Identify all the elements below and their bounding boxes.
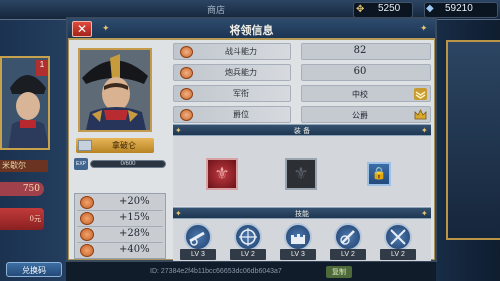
stat-value-box: 82 (301, 43, 431, 60)
shop-title: 商店 (207, 6, 226, 16)
fortress-skill-icon (284, 223, 312, 251)
stat-label-box: 军衔 (173, 85, 291, 102)
stat-value: 60 (353, 66, 367, 77)
rank-icon (180, 88, 193, 100)
gold-coin-icon: ✥ (356, 4, 365, 15)
general-name: 拿破仑 (112, 141, 136, 150)
general-portrait (78, 48, 152, 132)
bonus-value: +28% (119, 228, 150, 239)
skill-level: LV 3 (180, 249, 216, 260)
general-info-dialog: ✕ ✦ 将领信息 ✦ 拿破仑 EXP 0/600 +20% +15% +28% … (66, 17, 437, 262)
exp-label: EXP (74, 158, 88, 170)
bonus-value: +20% (119, 196, 150, 207)
artillery-bonus-icon (80, 228, 94, 241)
bonus-row: +15% (77, 211, 163, 226)
rank-chevron-icon (414, 88, 427, 100)
stat-label: 战斗能力 (225, 47, 257, 56)
equipment-panel: ⚜ ⚜ 🔒 (173, 136, 431, 206)
artillery-skill-icon (334, 223, 362, 251)
side-number: 750 (0, 182, 44, 196)
cannon-icon (180, 67, 193, 79)
lock-icon: 🔒 (371, 166, 387, 180)
nation-flag-icon (78, 140, 92, 151)
gem-counter: 59210 (424, 2, 498, 18)
stat-value-box: 中校 (301, 85, 431, 102)
card-badge: 1 (36, 60, 48, 76)
skill-slot-3[interactable]: LV 3 (280, 223, 316, 260)
skill-level: LV 2 (380, 249, 416, 260)
skills-panel: LV 3 LV 2 LV 3 LV 2 LV 2 (173, 219, 431, 261)
player-id: ID: 27384e2f4b11bcc66653dc06db6043a7 (150, 268, 282, 275)
stat-value: 82 (353, 45, 367, 56)
stat-row-artillery: 炮兵能力 60 (173, 64, 431, 81)
fleur-de-lis-icon: ⚜ (214, 164, 230, 184)
crown-badge-icon (414, 109, 427, 120)
exp-row: EXP 0/600 (74, 158, 166, 170)
stat-label-box: 炮兵能力 (173, 64, 291, 81)
right-card (446, 40, 500, 240)
crossed-swords-skill-icon (384, 223, 412, 251)
target-skill-icon (234, 223, 262, 251)
side-red-button[interactable]: 0元 (0, 208, 44, 230)
stat-label-box: 战斗能力 (173, 43, 291, 60)
skills-header: ✦ 技能 ✦ (173, 207, 431, 219)
bonus-row: +28% (77, 227, 163, 242)
infantry-bonus-icon (80, 196, 94, 209)
stats-panel: 战斗能力 82 炮兵能力 60 军衔 中校 爵位 公爵 (173, 43, 431, 123)
stat-value: 中校 (352, 90, 368, 99)
gold-amount: 5250 (378, 3, 401, 14)
napoleon-portrait-image (80, 50, 150, 130)
stat-label: 军衔 (233, 89, 249, 98)
ornament-star-icon: ✦ (421, 126, 428, 135)
bonus-row: +20% (77, 195, 163, 210)
bonus-value: +15% (119, 212, 150, 223)
stat-label-box: 爵位 (173, 106, 291, 123)
exp-text: 0/600 (120, 161, 136, 167)
cannon-skill-icon (184, 223, 212, 251)
ornament-star-icon: ✦ (421, 209, 428, 218)
bonus-row: +40% (77, 243, 163, 258)
gem-icon: ◆ (426, 3, 434, 14)
side-general-name: 米歇尔 (0, 160, 48, 172)
stat-row-rank: 军衔 中校 (173, 85, 431, 102)
bonus-list: +20% +15% +28% +40% (74, 193, 166, 259)
dialog-title: 将领信息 (229, 24, 274, 37)
skill-level: LV 2 (330, 249, 366, 260)
skill-slot-1[interactable]: LV 3 (180, 223, 216, 260)
equipment-slot-2[interactable]: ⚜ (285, 158, 317, 190)
crown-icon (180, 109, 193, 121)
equipment-slot-1[interactable]: ⚜ (206, 158, 238, 190)
equipment-header: ✦ 装 备 ✦ (173, 124, 431, 136)
stat-label: 炮兵能力 (225, 68, 257, 77)
defense-bonus-icon (80, 244, 94, 257)
equipment-slot-3-locked[interactable]: 🔒 (367, 162, 391, 186)
skill-level: LV 3 (280, 249, 316, 260)
skill-slot-2[interactable]: LV 2 (230, 223, 266, 260)
general-name-plate: 拿破仑 (76, 138, 154, 153)
stat-label: 爵位 (233, 110, 249, 119)
stat-row-combat: 战斗能力 82 (173, 43, 431, 60)
stat-value-box: 公爵 (301, 106, 431, 123)
sword-icon (180, 46, 193, 58)
copy-id-button[interactable]: 复制 (326, 266, 352, 278)
fleur-de-lis-icon: ⚜ (293, 164, 309, 184)
bonus-value: +40% (119, 244, 150, 255)
exchange-code-button[interactable]: 兑换码 (6, 262, 62, 277)
stat-value-box: 60 (301, 64, 431, 81)
gem-amount: 59210 (445, 3, 473, 14)
stat-row-title: 爵位 公爵 (173, 106, 431, 123)
skill-slot-4[interactable]: LV 2 (330, 223, 366, 260)
dialog-header: ✕ ✦ 将领信息 ✦ (68, 19, 435, 40)
skill-level: LV 2 (230, 249, 266, 260)
stat-value: 公爵 (352, 111, 368, 120)
ornament-star-icon: ✦ (420, 24, 428, 34)
skill-slot-5[interactable]: LV 2 (380, 223, 416, 260)
cavalry-bonus-icon (80, 212, 94, 225)
